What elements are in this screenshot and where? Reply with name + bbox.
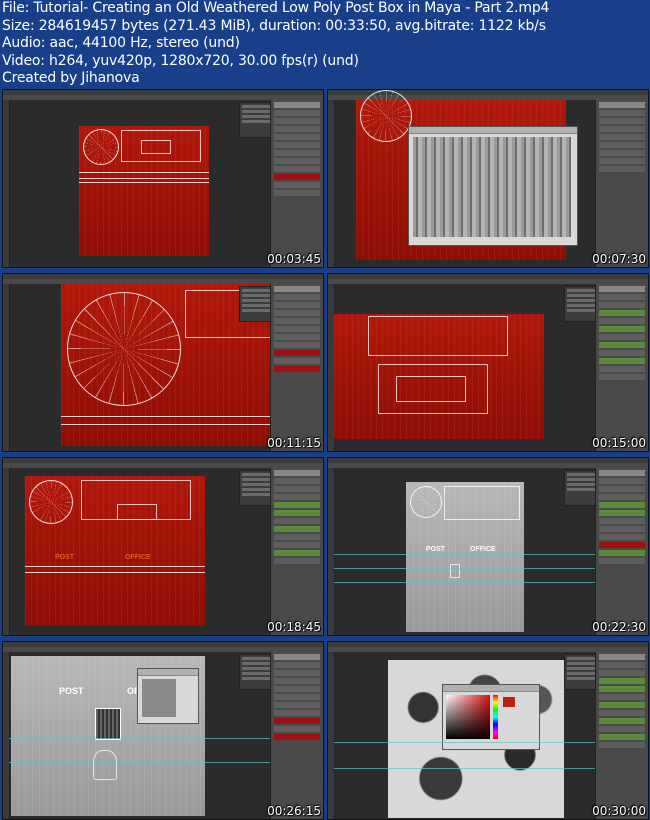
guide-line: [334, 768, 596, 769]
creator-credit: Created by Jihanova: [2, 70, 140, 86]
tool-bar: [328, 100, 335, 267]
layers-mini-panel: [239, 286, 273, 322]
uv-line: [25, 572, 205, 573]
guide-line: [9, 762, 271, 763]
uv-shell: [368, 316, 508, 356]
texture-canvas: [334, 314, 544, 439]
color-field[interactable]: [446, 695, 490, 739]
new-color-swatch: [503, 697, 515, 707]
tool-bar: [3, 284, 10, 451]
thumbnail-1[interactable]: 00:03:45: [2, 89, 324, 268]
uv-slot: [117, 504, 157, 520]
tool-bar: [328, 468, 335, 635]
texture-canvas: POST OFFICE: [406, 482, 524, 632]
audio-info: Audio: aac, 44100 Hz, stereo (und): [2, 35, 240, 51]
thumbnail-3[interactable]: 00:11:15: [2, 273, 324, 452]
tool-bar: [3, 652, 10, 819]
wheel-uv: [410, 486, 442, 518]
file-name: File: Tutorial- Creating an Old Weathere…: [2, 0, 550, 16]
royal-cypher: [93, 750, 117, 780]
filter-dialog[interactable]: [137, 668, 199, 724]
timestamp: 00:30:00: [592, 804, 646, 818]
layers-mini-panel: [564, 654, 598, 690]
side-panel: [270, 100, 323, 267]
timestamp: 00:18:45: [267, 620, 321, 634]
layers-mini-panel: [564, 470, 598, 506]
side-panel: [595, 652, 648, 819]
video-info: File: Tutorial- Creating an Old Weathere…: [2, 0, 648, 88]
timestamp: 00:07:30: [592, 252, 646, 266]
thumbnail-grid: 00:03:45 00:07:30 00:11:15 00:15:00 POST…: [0, 89, 650, 820]
filter-preview: [142, 679, 176, 717]
guide-line: [9, 738, 271, 739]
guide-line: [334, 554, 596, 555]
layers-mini-panel: [239, 470, 273, 506]
side-panel: [270, 284, 323, 451]
side-panel: [270, 468, 323, 635]
file-size: Size: 284619457 bytes (271.43 MiB), dura…: [2, 17, 546, 34]
thumbnail-6[interactable]: POST OFFICE 00:22:30: [327, 457, 649, 636]
image-dialog[interactable]: [408, 126, 578, 246]
office-text: OFFICE: [125, 554, 151, 561]
texture-canvas: [79, 126, 209, 256]
side-panel: [595, 468, 648, 635]
hue-slider[interactable]: [493, 695, 498, 739]
thumbnail-5[interactable]: POST OFFICE 00:18:45: [2, 457, 324, 636]
guide-line: [334, 582, 596, 583]
layers-mini-panel: [564, 286, 598, 322]
metal-texture-preview: [413, 137, 571, 237]
timestamp: 00:26:15: [267, 804, 321, 818]
video-stream-info: Video: h264, yuv420p, 1280x720, 30.00 fp…: [2, 52, 359, 69]
uv-slot: [141, 140, 171, 154]
layers-mini-panel: [239, 654, 273, 690]
timestamp: 00:11:15: [267, 436, 321, 450]
thumbnail-4[interactable]: 00:15:00: [327, 273, 649, 452]
color-picker-dialog[interactable]: [442, 684, 540, 750]
timestamp: 00:15:00: [592, 436, 646, 450]
uv-slot: [396, 376, 466, 402]
uv-shell: [444, 486, 520, 520]
wheel-uv: [67, 292, 181, 406]
guide-line: [334, 568, 596, 569]
uv-line: [79, 178, 209, 179]
side-panel: [595, 100, 648, 267]
tool-bar: [328, 652, 335, 819]
uv-line: [25, 566, 205, 567]
guide-line: [334, 742, 596, 743]
post-text: POST: [426, 546, 446, 553]
uv-line: [61, 424, 271, 425]
thumbnail-8[interactable]: 00:30:00: [327, 641, 649, 820]
uv-line: [79, 172, 209, 173]
tool-bar: [3, 468, 10, 635]
wheel-uv: [360, 90, 412, 142]
post-text: POST: [55, 554, 75, 561]
door-grill: [95, 708, 121, 740]
timestamp: 00:22:30: [592, 620, 646, 634]
tool-bar: [3, 100, 10, 267]
side-panel: [270, 652, 323, 819]
layers-mini-panel: [239, 102, 273, 138]
texture-canvas: POST OFFICE: [25, 476, 205, 626]
timestamp: 00:03:45: [267, 252, 321, 266]
wheel-uv: [29, 480, 73, 524]
wheel-uv: [83, 129, 119, 165]
thumbnail-7[interactable]: POST OFFI 00:26:15: [2, 641, 324, 820]
office-text: OFFICE: [470, 546, 496, 553]
uv-line: [61, 416, 271, 417]
door-slot: [450, 564, 460, 578]
post-text: POST: [59, 686, 84, 696]
side-panel: [595, 284, 648, 451]
uv-line: [79, 182, 209, 183]
thumbnail-2[interactable]: 00:07:30: [327, 89, 649, 268]
